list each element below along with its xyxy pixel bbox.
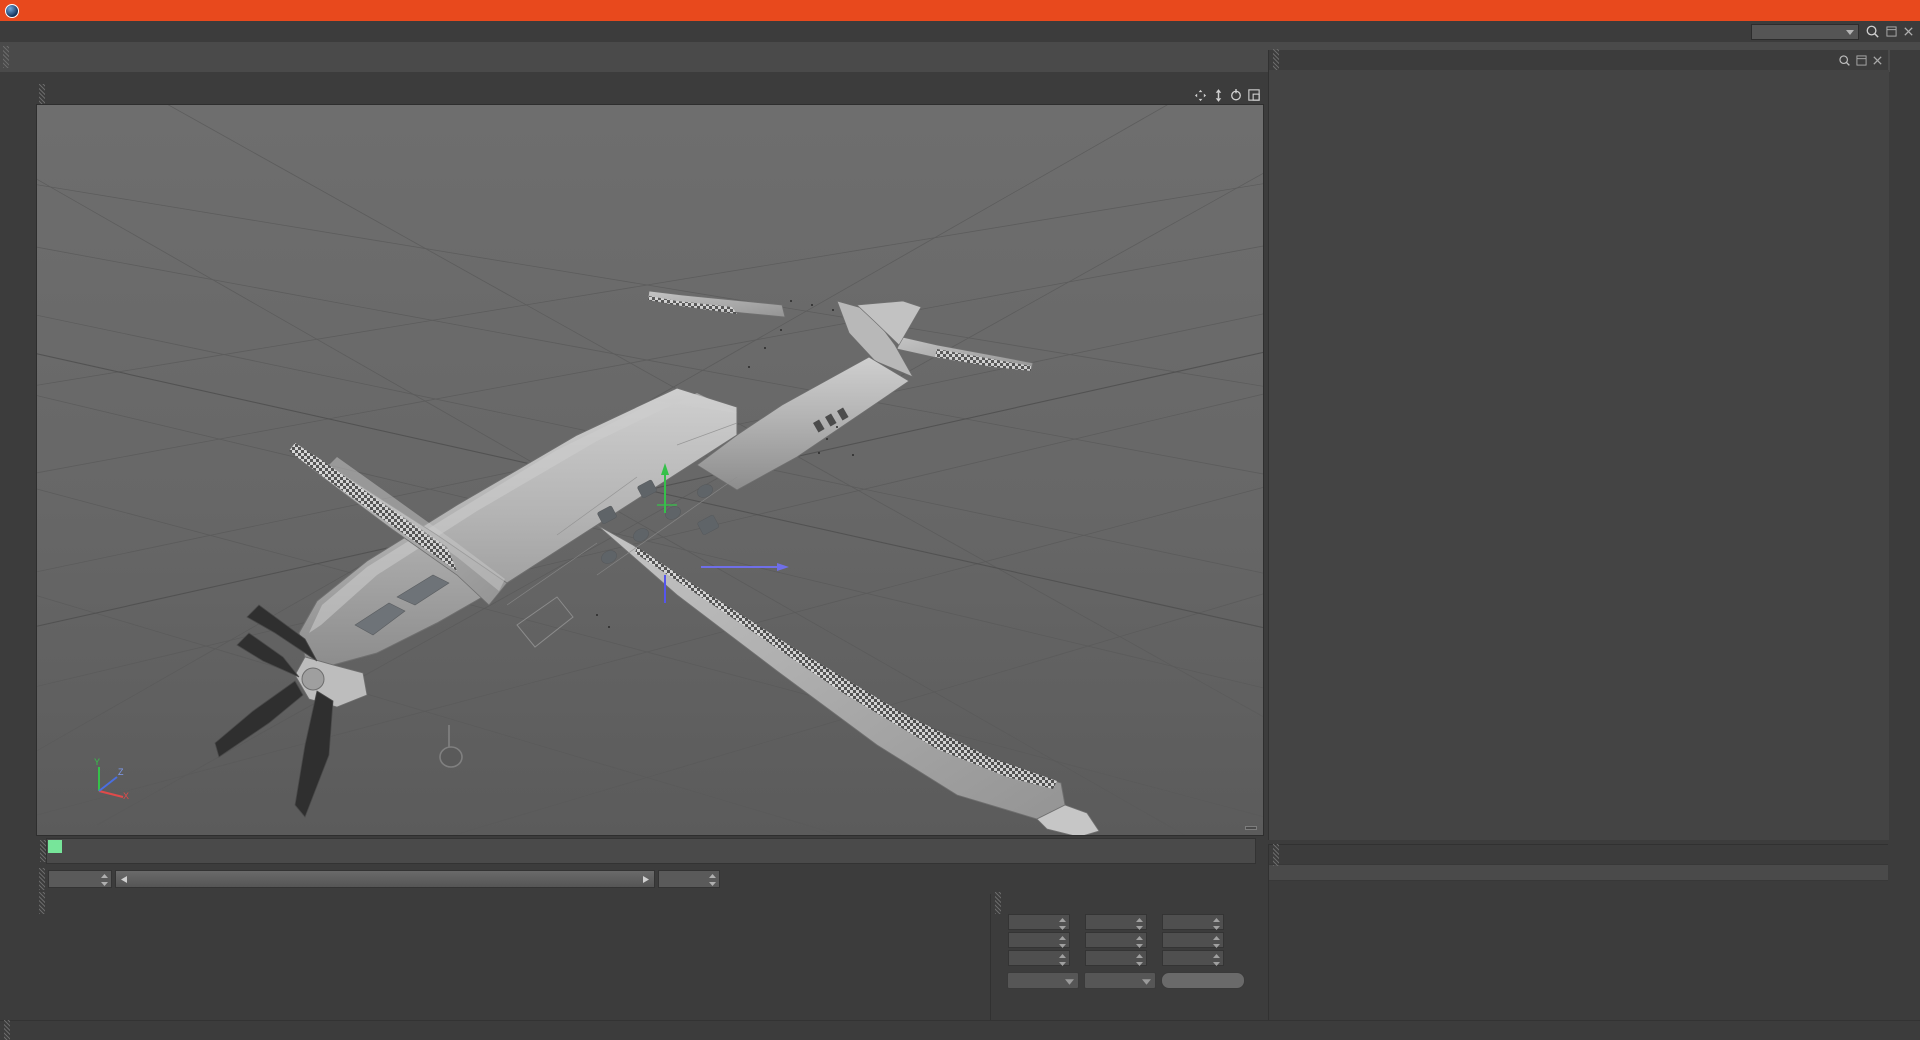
current-frame-slider[interactable] (115, 870, 655, 888)
viewport-render[interactable] (37, 105, 1263, 835)
layout-selector-group (1745, 23, 1920, 40)
rotate-view-icon[interactable] (1230, 89, 1242, 101)
toolbar-gripper[interactable] (3, 46, 9, 68)
position-z-field[interactable] (1008, 950, 1070, 966)
close-panel-icon[interactable] (1872, 55, 1883, 66)
right-tab-strip-top (1890, 50, 1920, 840)
maximize-viewport-icon[interactable] (1248, 89, 1260, 101)
animation-toolbar-gripper[interactable] (39, 868, 45, 890)
coordinates-row-z (995, 950, 1266, 966)
axis-gizmo-icon: Y X Z (94, 757, 129, 801)
rotation-p-field[interactable] (1162, 932, 1224, 948)
size-z-field[interactable] (1085, 950, 1147, 966)
spinner-icon[interactable] (1136, 954, 1143, 966)
coordinates-manager (990, 892, 1266, 1020)
start-frame-field[interactable] (48, 870, 112, 888)
material-manager (36, 892, 986, 1020)
svg-text:Y: Y (94, 757, 100, 767)
end-frame-field[interactable] (658, 870, 720, 888)
title-bar (0, 0, 1920, 21)
spinner-icon[interactable] (1136, 936, 1143, 948)
viewport-nav-icons (1194, 88, 1264, 102)
spinner-icon[interactable] (1213, 954, 1220, 966)
zoom-view-icon[interactable] (1213, 88, 1224, 102)
object-tree[interactable] (1269, 70, 1889, 840)
timeline-ruler[interactable] (46, 838, 1256, 864)
play-head-right-icon (643, 875, 649, 883)
spinner-icon[interactable] (1059, 936, 1066, 948)
grid-spacing-label (1245, 826, 1257, 830)
viewport-panel: Y X Z (36, 84, 1264, 836)
chevron-down-icon (1846, 29, 1854, 35)
search-icon[interactable] (1838, 54, 1851, 67)
rotation-h-field[interactable] (1162, 914, 1224, 930)
svg-text:X: X (123, 791, 129, 801)
position-x-field[interactable] (1008, 914, 1070, 930)
viewport-menu-bar (36, 84, 1264, 106)
chevron-down-icon (1142, 979, 1151, 985)
svg-text:Z: Z (118, 767, 124, 777)
material-menu-bar (36, 892, 986, 914)
coordinates-actions (1007, 972, 1266, 989)
current-frame-marker[interactable] (48, 840, 62, 853)
left-tool-palette (0, 74, 34, 1020)
status-bar-gripper[interactable] (4, 1019, 10, 1040)
viewport-gripper[interactable] (39, 84, 45, 106)
play-head-icon (121, 875, 127, 883)
layer-column-headers (1269, 864, 1888, 881)
object-manager-menu-bar (1269, 49, 1888, 71)
spinner-icon[interactable] (709, 874, 716, 886)
apply-button[interactable] (1161, 972, 1245, 989)
coordinates-row-y (995, 932, 1266, 948)
layer-manager (1268, 843, 1888, 1020)
spinner-icon[interactable] (101, 874, 108, 886)
right-tab-strip-bottom (1890, 844, 1920, 1020)
spinner-icon[interactable] (1059, 954, 1066, 966)
size-y-field[interactable] (1085, 932, 1147, 948)
spinner-icon[interactable] (1213, 918, 1220, 930)
window-controls (1794, 0, 1920, 21)
animation-toolbar (36, 866, 1264, 892)
restore-panel-icon[interactable] (1886, 26, 1897, 37)
maximize-button[interactable] (1836, 0, 1878, 21)
object-manager (1268, 49, 1889, 840)
timeline-ticks (47, 839, 1255, 863)
spinner-icon[interactable] (1136, 918, 1143, 930)
main-menu-bar (0, 21, 1920, 42)
material-gripper[interactable] (39, 892, 45, 914)
status-bar (0, 1019, 1920, 1040)
object-manager-icons (1838, 54, 1888, 67)
search-icon[interactable] (1865, 24, 1880, 39)
close-button[interactable] (1878, 0, 1920, 21)
rotation-b-field[interactable] (1162, 950, 1224, 966)
layer-manager-gripper[interactable] (1273, 843, 1279, 866)
coordinates-row-x (995, 914, 1266, 930)
pan-view-icon[interactable] (1194, 89, 1207, 102)
position-y-field[interactable] (1008, 932, 1070, 948)
coordinates-gripper[interactable] (995, 892, 1001, 914)
transform-mode-select[interactable] (1084, 972, 1156, 989)
spinner-icon[interactable] (1059, 918, 1066, 930)
layer-manager-menu-bar (1269, 843, 1888, 866)
close-panel-icon[interactable] (1903, 26, 1914, 37)
spinner-icon[interactable] (1213, 936, 1220, 948)
timeline-ruler-panel (36, 838, 1264, 864)
object-manager-gripper[interactable] (1273, 49, 1279, 71)
coordinates-header (991, 892, 1266, 914)
minimize-button[interactable] (1794, 0, 1836, 21)
perspective-viewport[interactable]: Y X Z (36, 104, 1264, 836)
restore-panel-icon[interactable] (1856, 54, 1867, 66)
chevron-down-icon (1065, 979, 1074, 985)
layout-select[interactable] (1751, 23, 1859, 40)
coordinate-system-select[interactable] (1007, 972, 1079, 989)
size-x-field[interactable] (1085, 914, 1147, 930)
app-logo-icon (5, 3, 19, 18)
